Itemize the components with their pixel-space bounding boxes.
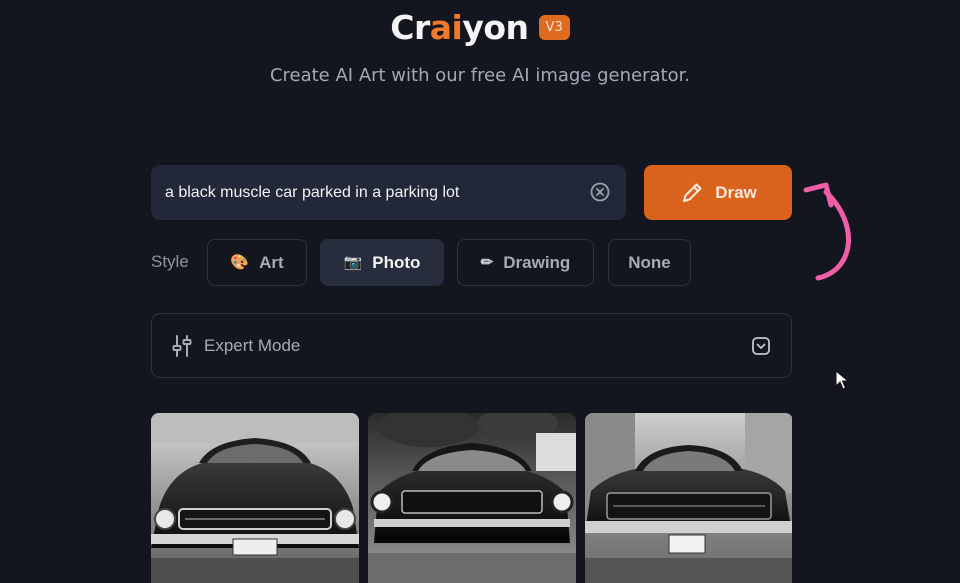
camera-icon: 📷: [343, 254, 363, 271]
style-option-label: None: [628, 252, 671, 272]
expert-mode-toggle[interactable]: Expert Mode: [151, 313, 792, 378]
draw-button[interactable]: Draw: [644, 165, 792, 220]
style-option-drawing[interactable]: ✏ Drawing: [457, 239, 594, 286]
page-subtitle: Create AI Art with our free AI image gen…: [269, 65, 691, 86]
prompt-input[interactable]: [165, 165, 575, 220]
draw-button-label: Draw: [715, 182, 757, 202]
sliders-icon: [172, 335, 192, 357]
result-image-1[interactable]: [151, 413, 359, 583]
style-option-label: Photo: [372, 252, 421, 272]
style-option-none[interactable]: None: [608, 239, 691, 286]
style-option-label: Art: [259, 252, 284, 272]
chevron-down-icon[interactable]: [751, 336, 771, 356]
result-image-2[interactable]: [368, 413, 576, 583]
style-option-photo[interactable]: 📷 Photo: [320, 239, 444, 286]
annotation-arrow-icon: [803, 182, 851, 281]
mouse-cursor-icon: [835, 370, 849, 390]
palette-icon: 🎨: [230, 254, 250, 271]
style-option-art[interactable]: 🎨 Art: [207, 239, 307, 286]
style-label: Style: [151, 252, 189, 271]
x-circle-icon[interactable]: [590, 182, 610, 202]
pencil-icon: ✏: [480, 254, 494, 271]
logo: Craiyon V3: [0, 8, 960, 47]
result-image-3[interactable]: [585, 413, 793, 583]
prompt-field[interactable]: [151, 165, 626, 220]
expert-mode-label: Expert Mode: [204, 336, 301, 355]
style-option-label: Drawing: [503, 252, 571, 272]
pencil-icon: [683, 183, 702, 202]
version-badge: V3: [538, 15, 570, 40]
logo-text: Craiyon: [390, 8, 529, 47]
